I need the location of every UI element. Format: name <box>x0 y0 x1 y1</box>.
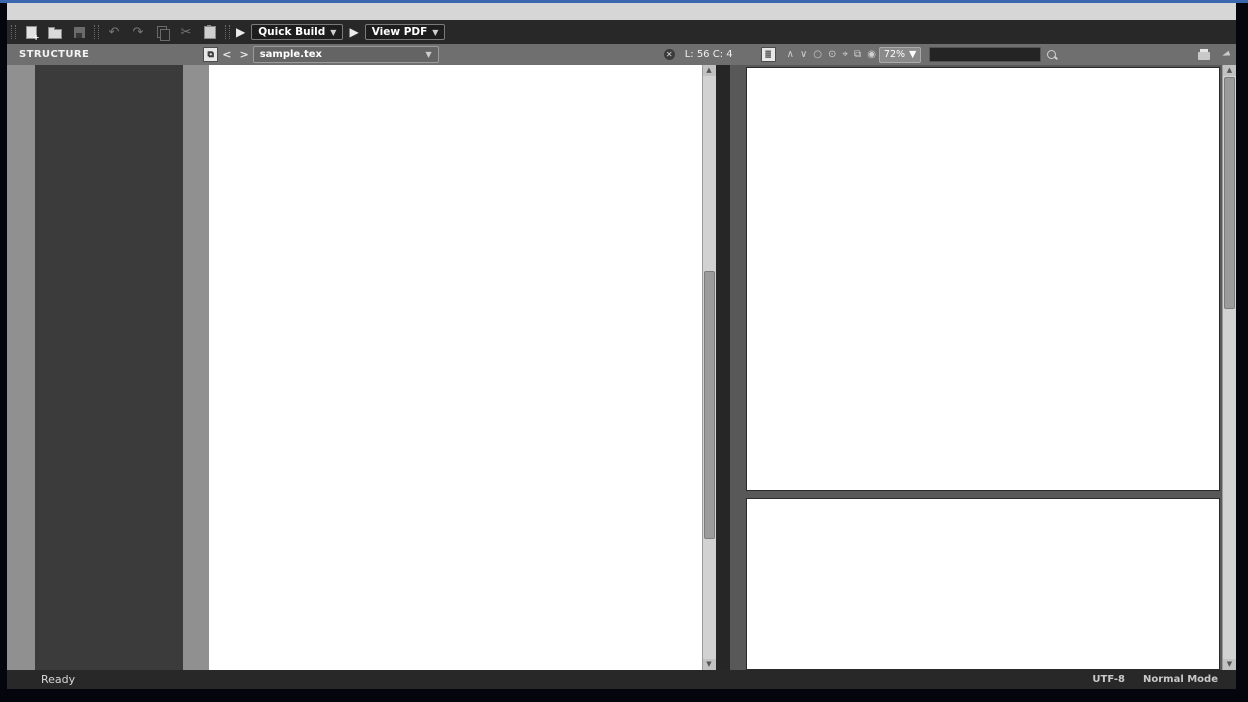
copy-icon <box>157 26 167 38</box>
print-icon[interactable] <box>1198 52 1210 60</box>
toolbar-grip <box>11 25 16 39</box>
editor-scrollbar[interactable]: ▲ ▼ <box>702 65 716 670</box>
structure-panel <box>35 65 183 670</box>
previous-document-button[interactable]: < <box>218 48 235 61</box>
fit-page-icon[interactable]: ⧉ <box>851 49 864 60</box>
save-button[interactable] <box>70 23 88 41</box>
pdf-scroll-up-icon[interactable]: ∧ <box>784 49 797 60</box>
application-frame: ↶ ↷ ✂ ▶ Quick Build ▼ ▶ View PDF ▼ STRUCTU… <box>7 3 1236 689</box>
chevron-down-icon: ▼ <box>330 28 336 37</box>
pdf-scrollbar-thumb[interactable] <box>1224 77 1235 309</box>
chevron-down-icon: ▼ <box>426 50 432 59</box>
view-pdf-dropdown[interactable]: View PDF ▼ <box>365 24 446 40</box>
document-selector[interactable]: sample.tex ▼ <box>253 46 439 63</box>
status-message: Ready <box>41 673 75 686</box>
external-viewer-icon[interactable]: ◄ <box>1221 48 1232 61</box>
chevron-down-icon: ▼ <box>909 49 916 60</box>
chevron-down-icon: ▼ <box>432 28 438 37</box>
scroll-down-arrow-icon[interactable]: ▼ <box>703 659 716 670</box>
pdf-scrollbar[interactable]: ▲ ▼ <box>1222 65 1236 670</box>
save-icon <box>74 27 85 38</box>
redo-icon: ↷ <box>133 26 144 39</box>
fit-width-icon[interactable]: ⌖ <box>839 49 851 60</box>
statusbar: Ready UTF-8 Normal Mode <box>7 670 1236 689</box>
zoom-in-icon[interactable]: ⊙ <box>825 49 839 60</box>
code-area[interactable] <box>209 65 702 670</box>
cut-icon: ✂ <box>181 26 192 39</box>
main-area: ▲ ▼ ▲ ▼ <box>7 65 1236 670</box>
pdf-page-1 <box>746 67 1221 491</box>
encoding-indicator: UTF-8 <box>1092 674 1125 685</box>
undo-button[interactable]: ↶ <box>105 23 123 41</box>
editor-scrollbar-thumb[interactable] <box>704 271 715 539</box>
close-document-icon[interactable]: ✕ <box>664 49 675 60</box>
toolbar-grip <box>94 25 99 39</box>
presentation-icon[interactable]: ◉ <box>864 49 879 60</box>
pdf-scroll-down-icon[interactable]: ∨ <box>797 49 810 60</box>
scroll-up-arrow-icon[interactable]: ▲ <box>1223 65 1236 76</box>
open-file-button[interactable] <box>46 23 64 41</box>
toolbar-grip <box>225 25 230 39</box>
next-document-button[interactable]: > <box>235 48 252 61</box>
undo-icon: ↶ <box>109 26 120 39</box>
cut-button[interactable]: ✂ <box>177 23 195 41</box>
pdf-circle-tool-icon[interactable]: ○ <box>810 49 825 60</box>
structure-panel-title: STRUCTURE <box>19 49 89 60</box>
menubar <box>7 3 1236 20</box>
new-file-icon <box>26 26 37 39</box>
redo-button[interactable]: ↷ <box>129 23 147 41</box>
scroll-down-arrow-icon[interactable]: ▼ <box>1223 659 1236 670</box>
view-pdf-label: View PDF <box>372 26 428 38</box>
zoom-level-value: 72% <box>884 49 905 60</box>
mode-indicator: Normal Mode <box>1143 674 1218 685</box>
source-editor[interactable]: ▲ ▼ <box>209 65 716 670</box>
pdf-search-input[interactable] <box>929 47 1041 62</box>
current-document-name: sample.tex <box>260 49 322 60</box>
paste-icon <box>204 26 216 39</box>
scroll-up-arrow-icon[interactable]: ▲ <box>703 65 716 76</box>
pdf-page-number-strip <box>716 65 730 670</box>
secondary-toolbar: STRUCTURE ⧉ < > sample.tex ▼ ✕ L: 56 C: 4… <box>7 44 1236 65</box>
quick-build-dropdown[interactable]: Quick Build ▼ <box>251 24 343 40</box>
copy-button[interactable] <box>153 23 171 41</box>
paste-button[interactable] <box>201 23 219 41</box>
run-view-pdf-icon[interactable]: ▶ <box>349 25 358 39</box>
line-column-indicator: L: 56 C: 4 <box>685 49 733 60</box>
pdf-viewer: ▲ ▼ <box>730 65 1237 670</box>
quick-build-label: Quick Build <box>258 26 325 38</box>
new-file-button[interactable] <box>22 23 40 41</box>
texmaker-window: ↶ ↷ ✂ ▶ Quick Build ▼ ▶ View PDF ▼ STRUCTU… <box>0 0 1248 702</box>
run-quick-build-icon[interactable]: ▶ <box>236 25 245 39</box>
zoom-level-select[interactable]: 72% ▼ <box>879 47 921 63</box>
symbol-tab-strip <box>7 65 35 670</box>
edit-toolbar-strip <box>183 65 209 670</box>
detach-editor-icon[interactable]: ⧉ <box>203 47 218 62</box>
open-folder-icon <box>48 29 62 39</box>
continuous-mode-icon[interactable]: ≣ <box>761 47 776 62</box>
pdf-page-2 <box>746 498 1221 670</box>
search-icon[interactable] <box>1047 50 1056 59</box>
main-toolbar: ↶ ↷ ✂ ▶ Quick Build ▼ ▶ View PDF ▼ <box>7 20 1236 44</box>
